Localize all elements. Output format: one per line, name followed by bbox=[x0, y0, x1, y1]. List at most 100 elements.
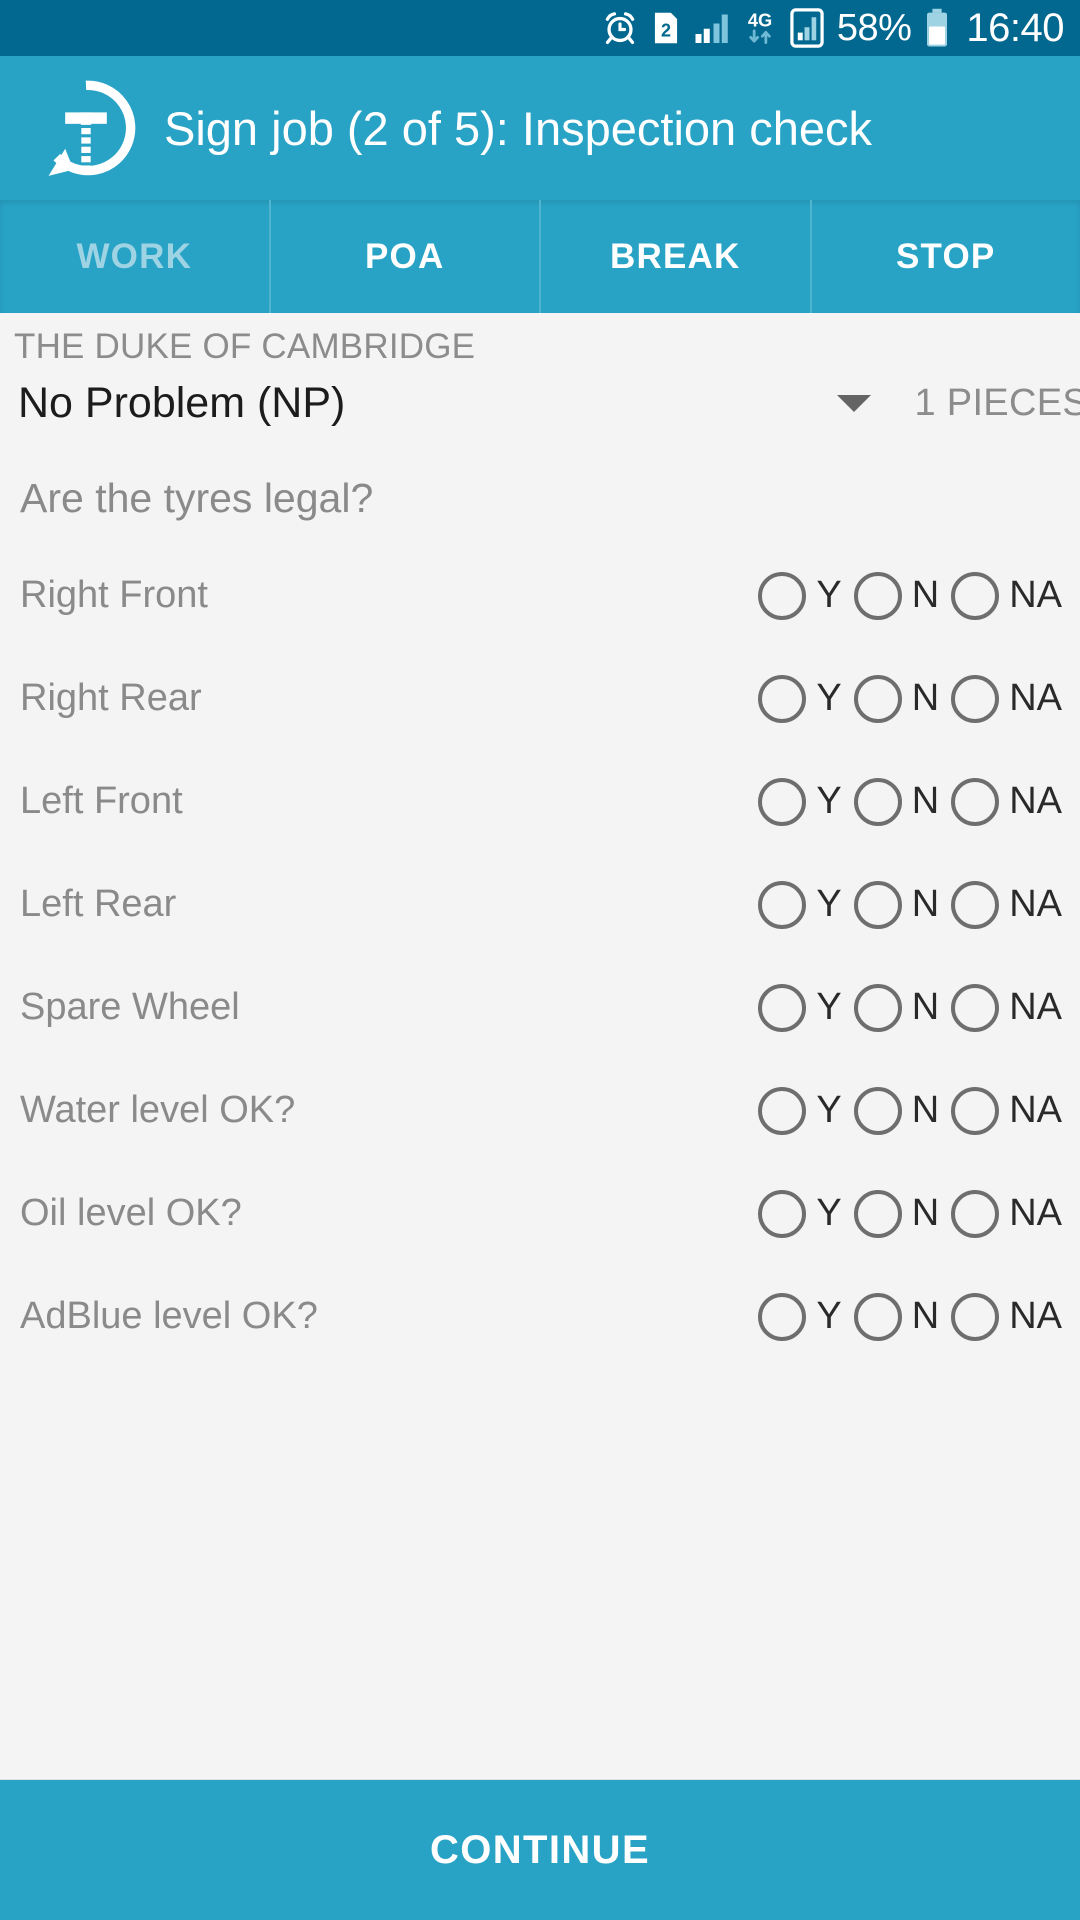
status-bar: 2 4G 58% 16:40 bbox=[0, 0, 1080, 56]
radio-button-yes[interactable] bbox=[758, 1189, 807, 1238]
option-label: Y bbox=[816, 1295, 842, 1337]
radio-button-na[interactable] bbox=[951, 1086, 1000, 1135]
radio-button-yes[interactable] bbox=[758, 674, 807, 723]
chevron-down-icon[interactable] bbox=[836, 394, 871, 412]
tab-break[interactable]: BREAK bbox=[539, 200, 810, 313]
clock-label: 16:40 bbox=[966, 6, 1064, 50]
option-no[interactable]: N bbox=[853, 880, 939, 929]
option-no[interactable]: N bbox=[853, 571, 940, 620]
option-no[interactable]: N bbox=[853, 1189, 939, 1238]
app-screen: 2 4G 58% 16:40 Sign job (2 of 5): Inspec… bbox=[0, 0, 1080, 1920]
radio-button-no[interactable] bbox=[853, 777, 902, 826]
check-row: AdBlue level OK? Y N NA bbox=[0, 1265, 1080, 1368]
option-na[interactable]: NA bbox=[951, 1189, 1062, 1238]
app-bar: Sign job (2 of 5): Inspection check bbox=[0, 56, 1080, 200]
content-area: THE DUKE OF CAMBRIDGE No Problem (NP) 1 … bbox=[0, 313, 1080, 1779]
option-group: Y N NA bbox=[758, 880, 1062, 929]
option-yes[interactable]: Y bbox=[758, 777, 842, 826]
check-row-label: Water level OK? bbox=[20, 1089, 296, 1131]
option-na[interactable]: NA bbox=[951, 983, 1062, 1032]
option-label: Y bbox=[816, 883, 842, 925]
option-na[interactable]: NA bbox=[951, 1086, 1062, 1135]
radio-button-no[interactable] bbox=[853, 1086, 902, 1135]
radio-button-yes[interactable] bbox=[758, 880, 807, 929]
radio-button-na[interactable] bbox=[951, 571, 1000, 620]
option-label: N bbox=[911, 677, 940, 719]
radio-button-yes[interactable] bbox=[758, 1292, 807, 1341]
check-row: Left Front Y N NA bbox=[0, 750, 1080, 853]
option-na[interactable]: NA bbox=[951, 880, 1062, 929]
site-name-label: THE DUKE OF CAMBRIDGE bbox=[14, 327, 476, 366]
option-group: Y N NA bbox=[758, 1292, 1062, 1341]
option-label: NA bbox=[1009, 986, 1062, 1028]
option-label: Y bbox=[816, 1089, 842, 1131]
radio-button-yes[interactable] bbox=[758, 983, 807, 1032]
option-yes[interactable]: Y bbox=[758, 1189, 842, 1238]
option-no[interactable]: N bbox=[853, 674, 940, 723]
option-na[interactable]: NA bbox=[951, 1292, 1062, 1341]
option-yes[interactable]: Y bbox=[758, 674, 842, 723]
option-group: Y N NA bbox=[758, 1189, 1062, 1238]
radio-button-no[interactable] bbox=[853, 1189, 902, 1238]
pieces-count-label: 1 PIECES bbox=[914, 381, 1080, 424]
radio-button-na[interactable] bbox=[951, 1189, 1000, 1238]
option-label: Y bbox=[816, 574, 842, 616]
option-yes[interactable]: Y bbox=[758, 880, 842, 929]
continue-button-label: CONTINUE bbox=[429, 1827, 651, 1872]
radio-button-no[interactable] bbox=[853, 983, 902, 1032]
option-group: Y N NA bbox=[758, 674, 1062, 723]
check-row-label: Spare Wheel bbox=[20, 986, 240, 1028]
radio-button-na[interactable] bbox=[951, 1292, 1000, 1341]
check-row-label: Oil level OK? bbox=[20, 1192, 242, 1234]
check-row: Right Rear Y N NA bbox=[0, 647, 1080, 750]
radio-button-no[interactable] bbox=[853, 1292, 902, 1341]
radio-button-yes[interactable] bbox=[758, 1086, 807, 1135]
option-label: N bbox=[911, 1295, 940, 1337]
tab-stop[interactable]: STOP bbox=[809, 200, 1080, 313]
circular-arrow-t-logo-icon bbox=[48, 80, 136, 176]
option-no[interactable]: N bbox=[853, 1086, 940, 1135]
signal-bars-icon bbox=[695, 14, 728, 43]
option-na[interactable]: NA bbox=[951, 777, 1062, 826]
option-yes[interactable]: Y bbox=[758, 1292, 842, 1341]
radio-button-na[interactable] bbox=[951, 880, 1000, 929]
option-label: Y bbox=[816, 986, 842, 1028]
radio-button-na[interactable] bbox=[951, 674, 1000, 723]
option-label: Y bbox=[816, 677, 842, 719]
option-no[interactable]: N bbox=[853, 983, 939, 1032]
radio-button-na[interactable] bbox=[951, 983, 1000, 1032]
check-row-label: Right Rear bbox=[20, 677, 202, 719]
option-label: Y bbox=[816, 780, 842, 822]
option-label: N bbox=[911, 574, 940, 616]
check-row: Spare Wheel Y N NA bbox=[0, 956, 1080, 1059]
radio-button-no[interactable] bbox=[853, 880, 902, 929]
option-group: Y N NA bbox=[758, 571, 1062, 620]
status-select-row[interactable]: No Problem (NP) 1 PIECES bbox=[0, 367, 1080, 433]
option-yes[interactable]: Y bbox=[758, 1086, 842, 1135]
sim-card-2-icon: 2 bbox=[654, 12, 677, 44]
option-yes[interactable]: Y bbox=[758, 571, 842, 620]
battery-percent-label: 58% bbox=[836, 7, 912, 49]
status-select-value: No Problem (NP) bbox=[18, 378, 346, 427]
check-row-label: Left Front bbox=[20, 780, 183, 822]
signal-in-box-icon bbox=[790, 8, 824, 48]
option-no[interactable]: N bbox=[853, 1292, 940, 1341]
radio-button-no[interactable] bbox=[853, 571, 902, 620]
option-label: N bbox=[911, 780, 940, 822]
tab-poa[interactable]: POA bbox=[268, 200, 540, 313]
continue-button[interactable]: CONTINUE bbox=[0, 1779, 1080, 1920]
radio-button-yes[interactable] bbox=[758, 777, 807, 826]
option-label: N bbox=[911, 1089, 940, 1131]
option-group: Y N NA bbox=[758, 777, 1062, 826]
tab-work[interactable]: WORK bbox=[0, 200, 269, 313]
option-no[interactable]: N bbox=[853, 777, 940, 826]
radio-button-na[interactable] bbox=[951, 777, 1000, 826]
option-group: Y N NA bbox=[758, 1086, 1062, 1135]
check-row: Water level OK? Y N NA bbox=[0, 1059, 1080, 1162]
option-na[interactable]: NA bbox=[951, 674, 1062, 723]
option-yes[interactable]: Y bbox=[758, 983, 842, 1032]
option-na[interactable]: NA bbox=[951, 571, 1062, 620]
radio-button-no[interactable] bbox=[853, 674, 902, 723]
option-label: NA bbox=[1009, 883, 1062, 925]
radio-button-yes[interactable] bbox=[758, 571, 807, 620]
